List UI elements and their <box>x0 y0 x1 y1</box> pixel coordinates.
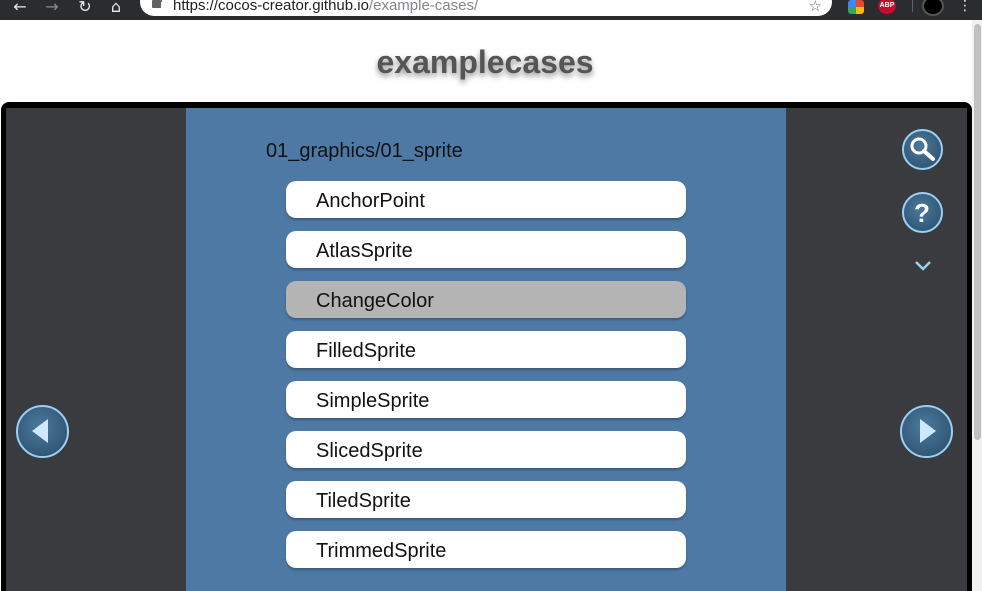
list-item-atlassprite[interactable]: AtlasSprite <box>286 231 686 268</box>
list-item-trimmedsprite[interactable]: TrimmedSprite <box>286 531 686 568</box>
url-path: /example-cases/ <box>368 0 479 14</box>
adblock-icon[interactable]: ABP <box>878 0 896 14</box>
bookmark-star-icon[interactable]: ☆ <box>809 0 822 15</box>
list-item-label: TiledSprite <box>316 490 411 512</box>
search-button[interactable] <box>902 129 943 170</box>
section-title: 01_graphics/01_sprite <box>266 140 463 162</box>
browser-menu-button[interactable]: ⋮ <box>958 0 972 14</box>
next-button[interactable] <box>900 405 953 458</box>
list-item-label: SlicedSprite <box>316 440 423 462</box>
list-item-label: ChangeColor <box>316 290 434 312</box>
page-title: examplecases <box>376 44 594 80</box>
url-text: https://cocos-creator.github.io/example-… <box>173 0 478 14</box>
chevron-down-icon[interactable] <box>914 260 932 272</box>
list-item-tiledsprite[interactable]: TiledSprite <box>286 481 686 518</box>
forward-button[interactable]: → <box>42 0 62 17</box>
list-item-label: AnchorPoint <box>316 190 425 212</box>
list-item-changecolor[interactable]: ChangeColor <box>286 281 686 318</box>
search-icon <box>910 137 935 161</box>
lock-icon <box>152 0 162 8</box>
list-item-simplesprite[interactable]: SimpleSprite <box>286 381 686 418</box>
list-item-label: TrimmedSprite <box>316 540 447 562</box>
url-host: https://cocos-creator.github.io <box>173 0 369 14</box>
list-item-filledsprite[interactable]: FilledSprite <box>286 331 686 368</box>
extension-icon[interactable] <box>848 0 864 14</box>
address-bar[interactable]: https://cocos-creator.github.io/example-… <box>140 0 832 16</box>
browser-toolbar: ← → ↻ ⌂ https://cocos-creator.github.io/… <box>0 0 982 20</box>
scrollbar-thumb[interactable] <box>974 24 981 440</box>
home-button[interactable]: ⌂ <box>106 0 126 17</box>
prev-arrow-icon <box>32 419 48 443</box>
list-item-label: FilledSprite <box>316 340 417 362</box>
prev-button[interactable] <box>16 405 69 458</box>
list-item-label: AtlasSprite <box>316 240 413 262</box>
back-button[interactable]: ← <box>10 0 30 17</box>
next-arrow-icon <box>920 419 936 443</box>
reload-button[interactable]: ↻ <box>75 0 95 17</box>
list-item-anchorpoint[interactable]: AnchorPoint <box>286 181 686 218</box>
profile-avatar[interactable] <box>922 0 944 16</box>
help-icon: ? <box>914 198 930 228</box>
toolbar-divider <box>912 0 913 12</box>
list-item-label: SimpleSprite <box>316 390 430 412</box>
help-button[interactable]: ? <box>902 192 943 233</box>
list-item-slicedsprite[interactable]: SlicedSprite <box>286 431 686 468</box>
